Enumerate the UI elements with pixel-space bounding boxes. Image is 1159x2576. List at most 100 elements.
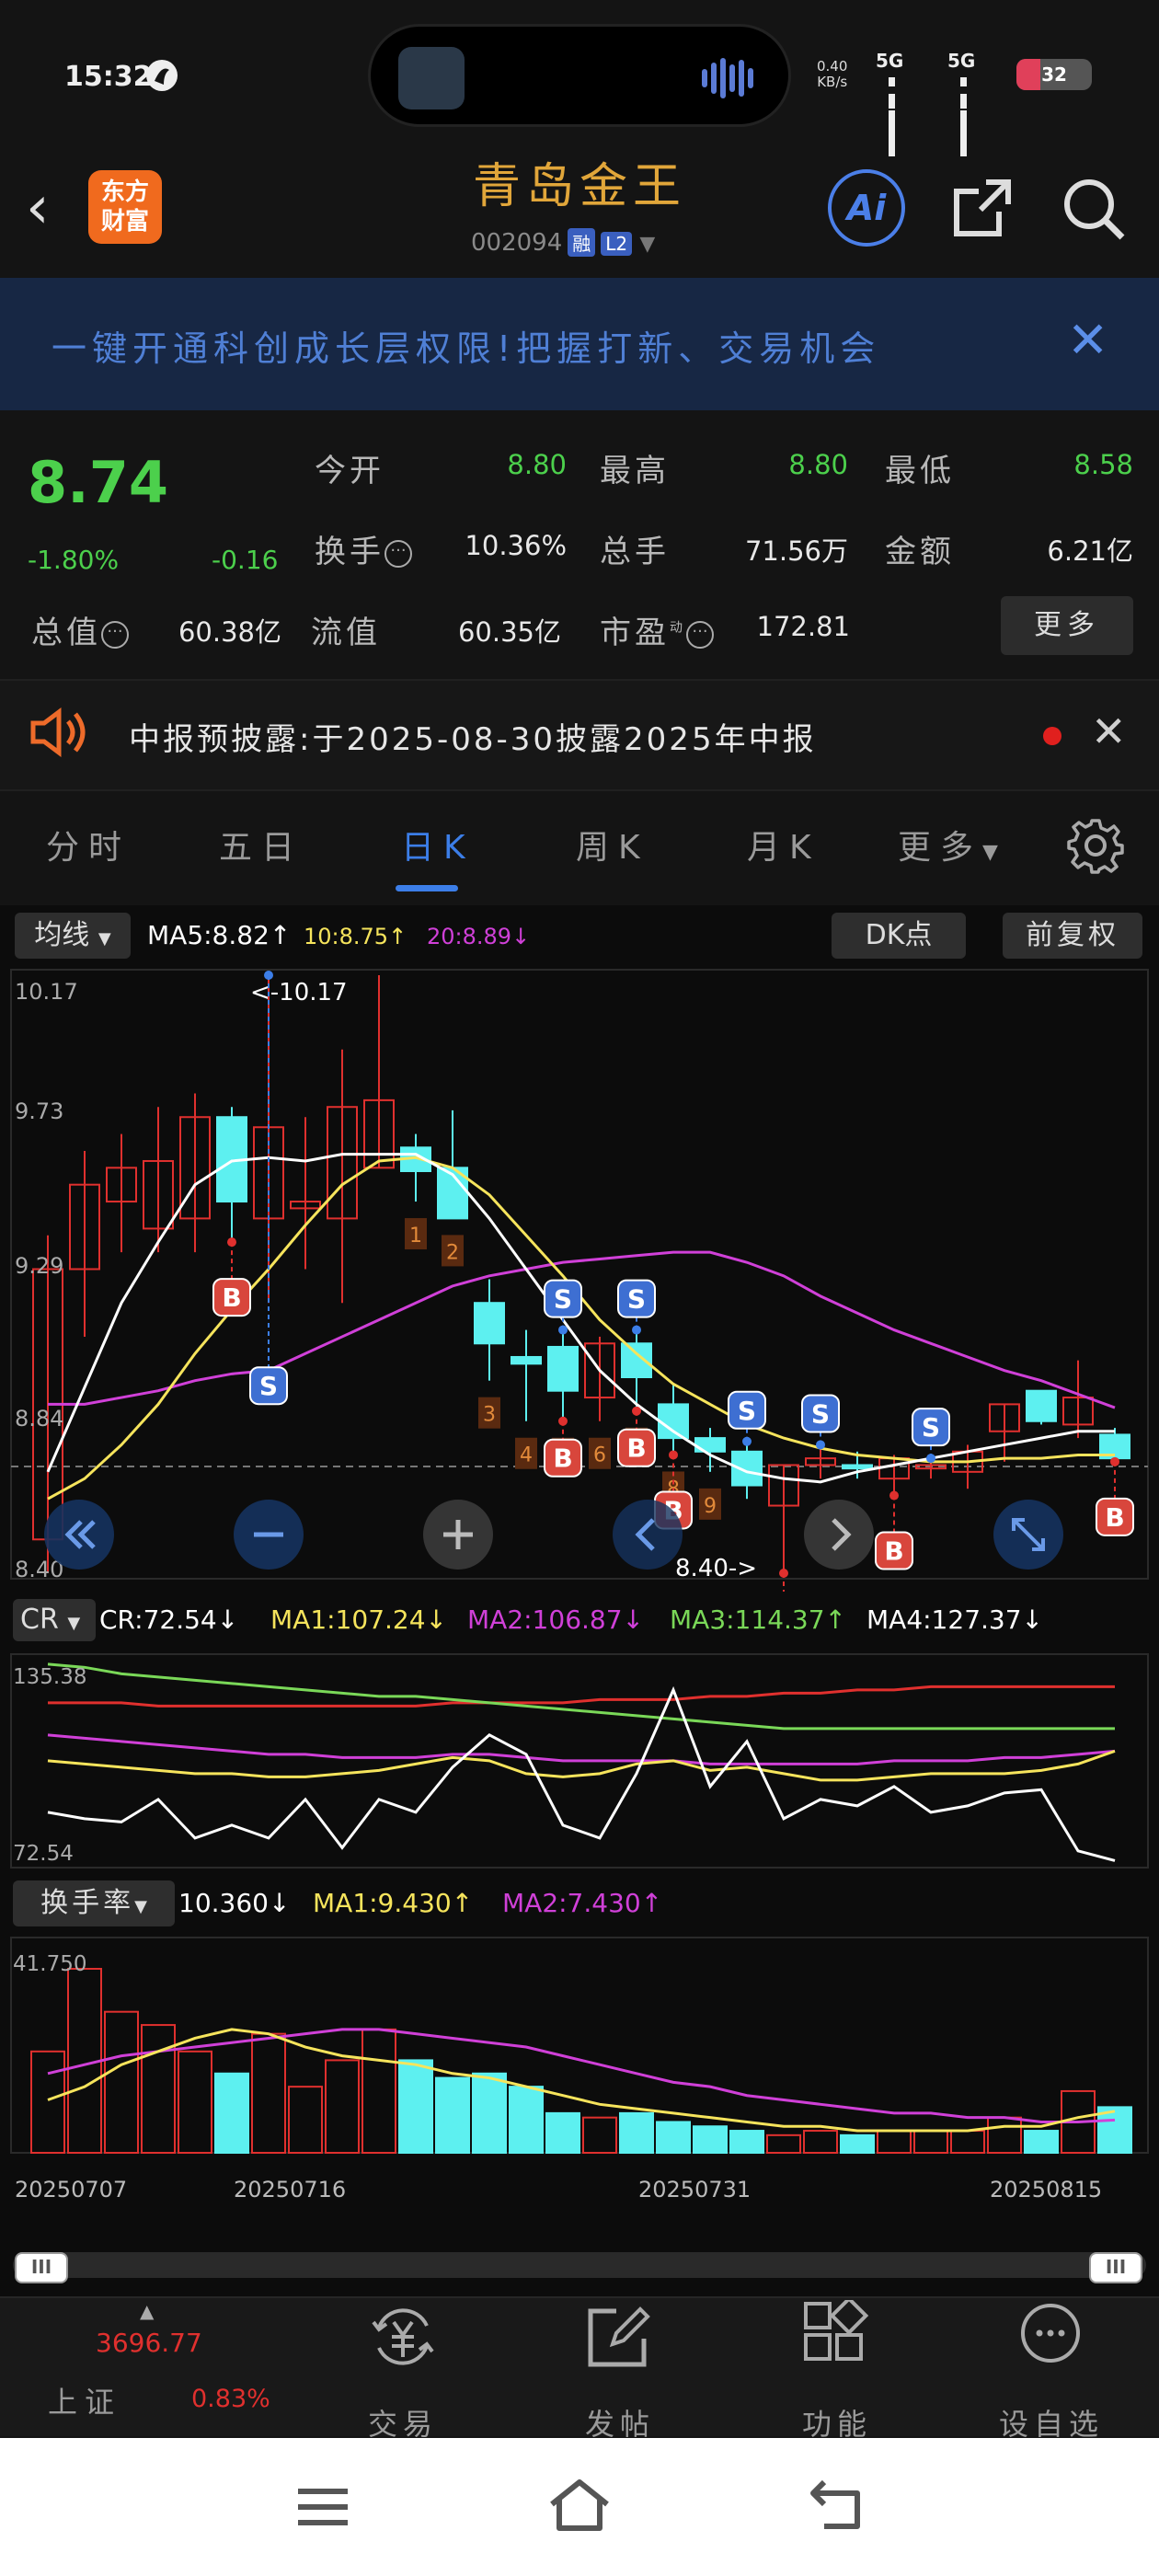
turnover-bar — [582, 2116, 617, 2155]
app-logo: 东方 财富 — [88, 170, 162, 244]
promo-banner-text[interactable]: 一键开通科创成长层权限!把握打新、交易机会 — [52, 320, 880, 371]
ma5-value: MA5:8.82↑ — [147, 920, 292, 950]
count-label: 1 — [409, 1225, 422, 1248]
kline-chart[interactable]: 123456789BSSSBBBSBSBSB — [0, 966, 1159, 1592]
back-nav-icon[interactable] — [806, 2477, 870, 2534]
mcap-value: 60.38亿 — [178, 616, 281, 648]
zoom-in-icon[interactable] — [421, 1498, 495, 1571]
tab-weekly-k[interactable]: 周K — [576, 821, 649, 868]
tab-five-day[interactable]: 五日 — [219, 821, 304, 868]
volume-label: 总手 — [600, 534, 670, 570]
turnover-bar — [509, 2086, 544, 2154]
signal-dot — [227, 1237, 236, 1248]
ai-assistant-button[interactable]: Ai — [828, 169, 905, 247]
scroll-left-icon[interactable] — [611, 1498, 684, 1571]
candle-body — [511, 1355, 542, 1365]
cr-value: CR:72.54↓ — [99, 1604, 239, 1635]
caret-down-icon: ▼ — [67, 1614, 81, 1633]
volume-value: 71.56万 — [744, 535, 848, 567]
functions-icon[interactable] — [797, 2300, 874, 2374]
y-label: 8.84 — [15, 1406, 64, 1432]
stock-name: 青岛金王 — [472, 159, 686, 214]
gear-icon[interactable] — [1067, 817, 1124, 874]
signal-label: B — [1105, 1502, 1124, 1533]
amount-value: 6.21亿 — [1047, 535, 1133, 567]
adjust-button[interactable]: 前复权 — [1003, 913, 1142, 959]
trade-icon[interactable] — [364, 2300, 442, 2374]
signal-dot — [1110, 1456, 1119, 1466]
fullscreen-icon[interactable] — [992, 1498, 1065, 1571]
ma10-value: 10:8.75↑ — [304, 924, 407, 949]
net-speed: 0.40 KB/s — [817, 58, 848, 90]
turnover-bar — [766, 2133, 801, 2154]
range-scrollbar[interactable] — [13, 2252, 1146, 2278]
notice-text[interactable]: 中报预披露:于2025-08-30披露2025年中报 — [129, 714, 817, 759]
search-icon[interactable] — [1060, 175, 1128, 243]
candle-body — [1026, 1389, 1057, 1422]
candle-body — [547, 1345, 579, 1392]
range-handle-left[interactable]: III — [15, 2252, 68, 2283]
info-icon: ··· — [101, 620, 129, 649]
more-quote-button[interactable]: 更多 — [1001, 596, 1133, 655]
caret-down-icon: ▼ — [134, 1897, 147, 1916]
caret-down-icon: ▼ — [982, 841, 998, 864]
turnover-bar — [435, 2076, 470, 2155]
ma-selector[interactable]: 均线 ▼ — [15, 913, 131, 959]
change-percent: -1.80% — [28, 545, 120, 575]
zoom-out-icon[interactable] — [232, 1498, 305, 1571]
tab-more[interactable]: 更多▼ — [898, 821, 998, 868]
last-price: 8.74 — [28, 449, 168, 516]
candle-body — [658, 1403, 689, 1440]
cr-ma1-line — [47, 1749, 1116, 1782]
audio-wave-icon — [702, 58, 766, 98]
index-name[interactable]: 上证 — [48, 2379, 121, 2421]
index-value[interactable]: 3696.77 — [96, 2328, 202, 2358]
cr-y-min: 72.54 — [13, 1842, 74, 1866]
cr-ma4: MA4:127.37↓ — [866, 1604, 1044, 1635]
cr-ma3: MA3:114.37↑ — [670, 1604, 847, 1635]
turnover-bar — [656, 2121, 691, 2155]
turnover-ma2: MA2:7.430↑ — [502, 1888, 663, 1918]
pe-value: 172.81 — [756, 611, 850, 642]
mcap-label: 总值 ··· — [31, 607, 129, 652]
turnover-bar — [619, 2111, 654, 2155]
amount-label: 金额 — [885, 534, 955, 570]
cr-chart[interactable] — [0, 1652, 1159, 1869]
close-icon[interactable]: ✕ — [1091, 708, 1127, 754]
close-icon[interactable]: ✕ — [1067, 313, 1108, 368]
menu-icon[interactable] — [291, 2482, 355, 2532]
turnover-bar — [214, 2072, 249, 2155]
signal-dot — [742, 1436, 752, 1446]
tab-monthly-k[interactable]: 月K — [747, 821, 820, 868]
post-icon[interactable] — [580, 2300, 657, 2374]
ma20-line — [48, 1250, 1116, 1409]
cr-selector[interactable]: CR ▼ — [13, 1599, 96, 1641]
signal-dot — [558, 1416, 568, 1426]
active-tab-indicator — [396, 885, 458, 891]
home-icon[interactable] — [546, 2475, 613, 2536]
tab-intraday[interactable]: 分时 — [46, 821, 131, 868]
scroll-left-fast-icon[interactable] — [42, 1498, 116, 1571]
scroll-right-icon[interactable] — [802, 1498, 876, 1571]
cr-ma1: MA1:107.24↓ — [270, 1604, 448, 1635]
turnover-chart[interactable] — [0, 1936, 1159, 2156]
index-change[interactable]: 0.83% — [191, 2385, 270, 2413]
high-label: 最高 — [600, 453, 670, 489]
tab-daily-k[interactable]: 日K — [401, 821, 475, 868]
turnover-bar — [877, 2130, 912, 2154]
share-icon[interactable] — [949, 175, 1016, 241]
add-watchlist-icon[interactable] — [1012, 2300, 1089, 2374]
float-cap-label: 流值 — [311, 615, 381, 651]
candle-body — [842, 1464, 873, 1470]
range-handle-right[interactable]: III — [1089, 2252, 1142, 2283]
turnover-label: 换手 ··· — [315, 526, 412, 571]
dk-point-button[interactable]: DK点 — [832, 913, 966, 959]
turnover-selector[interactable]: 换手率▼ — [13, 1880, 175, 1926]
back-arrow-icon[interactable]: ‹ — [26, 175, 50, 241]
turnover-bar — [950, 2130, 985, 2154]
high-value: 8.80 — [788, 449, 848, 480]
stock-code-row[interactable]: 002094 融 L2 ▼ — [471, 228, 655, 257]
turnover-bar — [178, 2050, 212, 2154]
info-icon: ··· — [384, 539, 412, 568]
dynamic-island[interactable] — [368, 24, 791, 127]
